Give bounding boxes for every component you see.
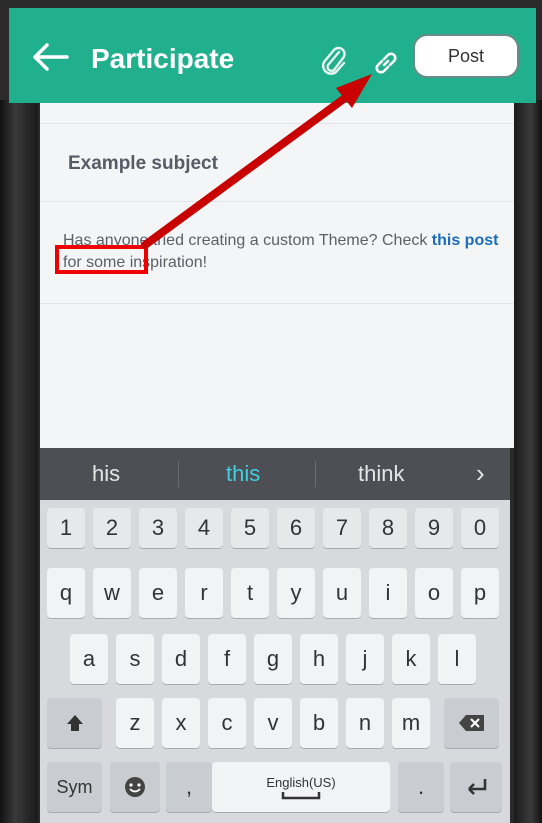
space-bar-icon bbox=[281, 791, 321, 799]
key-0[interactable]: 0 bbox=[461, 508, 499, 548]
key-m[interactable]: m bbox=[392, 698, 430, 748]
key-9[interactable]: 9 bbox=[415, 508, 453, 548]
key-z[interactable]: z bbox=[116, 698, 154, 748]
key-g[interactable]: g bbox=[254, 634, 292, 684]
suggestion-center[interactable]: this bbox=[226, 461, 260, 487]
key-n[interactable]: n bbox=[346, 698, 384, 748]
emoji-icon bbox=[125, 777, 145, 797]
device-bezel-right bbox=[514, 100, 542, 823]
key-a[interactable]: a bbox=[70, 634, 108, 684]
key-5[interactable]: 5 bbox=[231, 508, 269, 548]
emoji-key[interactable] bbox=[110, 762, 160, 812]
key-p[interactable]: p bbox=[461, 568, 499, 618]
key-e[interactable]: e bbox=[139, 568, 177, 618]
key-2[interactable]: 2 bbox=[93, 508, 131, 548]
comma-key[interactable]: , bbox=[166, 762, 212, 812]
device-bezel-left bbox=[0, 100, 38, 823]
key-x[interactable]: x bbox=[162, 698, 200, 748]
page-title: Participate bbox=[91, 43, 235, 74]
key-w[interactable]: w bbox=[93, 568, 131, 618]
suggestion-bar: his this think › bbox=[40, 448, 510, 500]
key-l[interactable]: l bbox=[438, 634, 476, 684]
divider bbox=[40, 303, 514, 304]
post-editor[interactable]: Example subject Has anyone tried creatin… bbox=[40, 103, 514, 448]
space-key-label: English(US) bbox=[266, 774, 336, 790]
divider bbox=[40, 201, 514, 202]
paperclip-icon[interactable] bbox=[319, 46, 349, 78]
sym-key[interactable]: Sym bbox=[47, 762, 102, 812]
chevron-right-icon[interactable]: › bbox=[476, 458, 485, 489]
key-q[interactable]: q bbox=[47, 568, 85, 618]
suggestion-right[interactable]: think bbox=[358, 461, 404, 487]
annotation-highlight-box bbox=[55, 245, 148, 274]
post-button[interactable]: Post bbox=[413, 34, 519, 78]
separator bbox=[315, 461, 316, 487]
key-4[interactable]: 4 bbox=[185, 508, 223, 548]
key-3[interactable]: 3 bbox=[139, 508, 177, 548]
key-8[interactable]: 8 bbox=[369, 508, 407, 548]
backspace-key[interactable] bbox=[444, 698, 499, 748]
shift-arrow-icon bbox=[66, 715, 83, 731]
key-f[interactable]: f bbox=[208, 634, 246, 684]
key-o[interactable]: o bbox=[415, 568, 453, 618]
key-7[interactable]: 7 bbox=[323, 508, 361, 548]
space-key[interactable]: English(US) bbox=[212, 762, 390, 812]
key-t[interactable]: t bbox=[231, 568, 269, 618]
shift-key[interactable] bbox=[47, 698, 102, 748]
body-link[interactable]: this post bbox=[432, 232, 499, 249]
period-key[interactable]: . bbox=[398, 762, 444, 812]
key-h[interactable]: h bbox=[300, 634, 338, 684]
key-c[interactable]: c bbox=[208, 698, 246, 748]
key-i[interactable]: i bbox=[369, 568, 407, 618]
enter-icon bbox=[468, 779, 487, 795]
subject-field[interactable]: Example subject bbox=[68, 153, 218, 175]
suggestion-left[interactable]: his bbox=[92, 461, 120, 487]
editor-top-row bbox=[40, 103, 514, 124]
arrow-left-icon[interactable] bbox=[31, 42, 71, 72]
key-b[interactable]: b bbox=[300, 698, 338, 748]
key-6[interactable]: 6 bbox=[277, 508, 315, 548]
key-d[interactable]: d bbox=[162, 634, 200, 684]
key-u[interactable]: u bbox=[323, 568, 361, 618]
key-k[interactable]: k bbox=[392, 634, 430, 684]
key-j[interactable]: j bbox=[346, 634, 384, 684]
app-header: Participate Post bbox=[9, 8, 536, 103]
key-v[interactable]: v bbox=[254, 698, 292, 748]
key-s[interactable]: s bbox=[116, 634, 154, 684]
link-icon[interactable] bbox=[371, 48, 401, 78]
enter-key[interactable] bbox=[450, 762, 502, 812]
key-r[interactable]: r bbox=[185, 568, 223, 618]
backspace-icon bbox=[458, 715, 484, 731]
on-screen-keyboard: 1 2 3 4 5 6 7 8 9 0 q w e r t y u i o p … bbox=[40, 500, 510, 823]
key-y[interactable]: y bbox=[277, 568, 315, 618]
separator bbox=[178, 461, 179, 487]
key-1[interactable]: 1 bbox=[47, 508, 85, 548]
